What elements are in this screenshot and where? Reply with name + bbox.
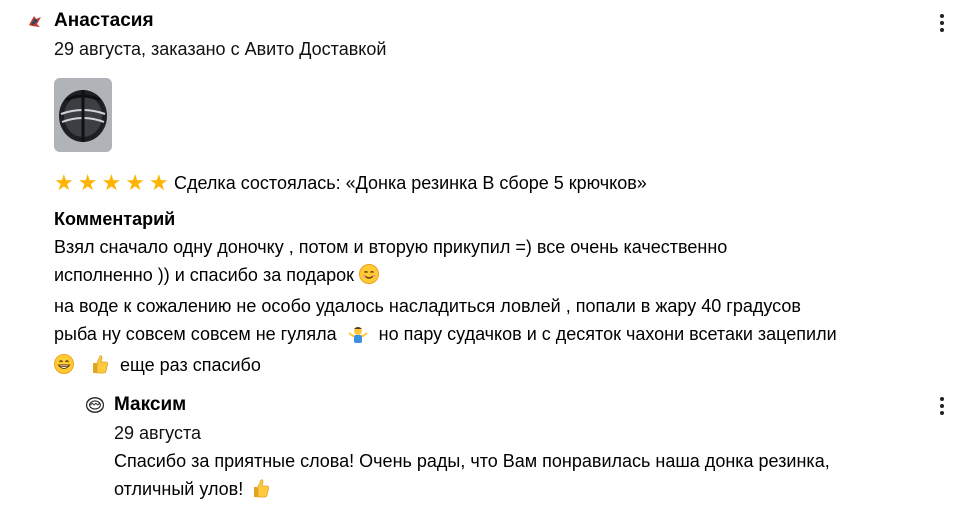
- more-vertical-icon: [940, 397, 944, 401]
- star-icon: ★: [125, 170, 145, 195]
- product-photo: [54, 78, 112, 152]
- comment-line: Взял сначало одну доночку , потом и втор…: [54, 237, 728, 257]
- reply-text: Спасибо за приятные слова! Очень рады, ч…: [114, 447, 954, 506]
- reply-more-button[interactable]: [932, 394, 952, 418]
- more-vertical-icon: [940, 14, 944, 18]
- star-icon: ★: [77, 170, 98, 195]
- person-shrugging-icon: [348, 323, 368, 351]
- reply-line: отличный улов!: [114, 475, 954, 506]
- thumbs-up-icon: [91, 354, 109, 382]
- comment-line: еще раз спасибо: [54, 351, 954, 382]
- review-more-button[interactable]: [932, 11, 952, 35]
- rating-stars: ★ ★ ★ ★ ★: [54, 172, 169, 194]
- review-meta: 29 августа, заказано с Авито Доставкой: [54, 39, 387, 59]
- reply-author-name[interactable]: Максим: [114, 394, 186, 416]
- reply-date: 29 августа: [114, 423, 202, 443]
- comment-label: Комментарий: [54, 209, 176, 229]
- reply-author-avatar: [86, 396, 104, 414]
- comment-line: рыба ну совсем совсем не гуляла но пару …: [54, 320, 954, 351]
- star-icon: ★: [101, 170, 122, 195]
- review-author-avatar: [26, 12, 44, 30]
- star-icon: ★: [148, 170, 169, 195]
- avatar-icon: [26, 12, 44, 30]
- deal-status: Сделка состоялась: «Донка резинка В сбор…: [174, 173, 647, 193]
- review-author-name[interactable]: Анастасия: [54, 10, 154, 32]
- comment-text: Взял сначало одну доночку , потом и втор…: [54, 233, 954, 382]
- reply-line: Спасибо за приятные слова! Очень рады, ч…: [114, 451, 830, 471]
- comment-line: на воде к сожалению не особо удалось нас…: [54, 296, 801, 316]
- star-icon: ★: [54, 170, 74, 195]
- thumbs-up-icon: [252, 478, 270, 506]
- comment-line: исполненно )) и спасибо за подарок: [54, 261, 954, 292]
- review-photo[interactable]: [54, 78, 112, 152]
- smiling-face-icon: [359, 264, 379, 292]
- avatar-icon: [86, 397, 104, 413]
- grinning-face-icon: [54, 354, 74, 382]
